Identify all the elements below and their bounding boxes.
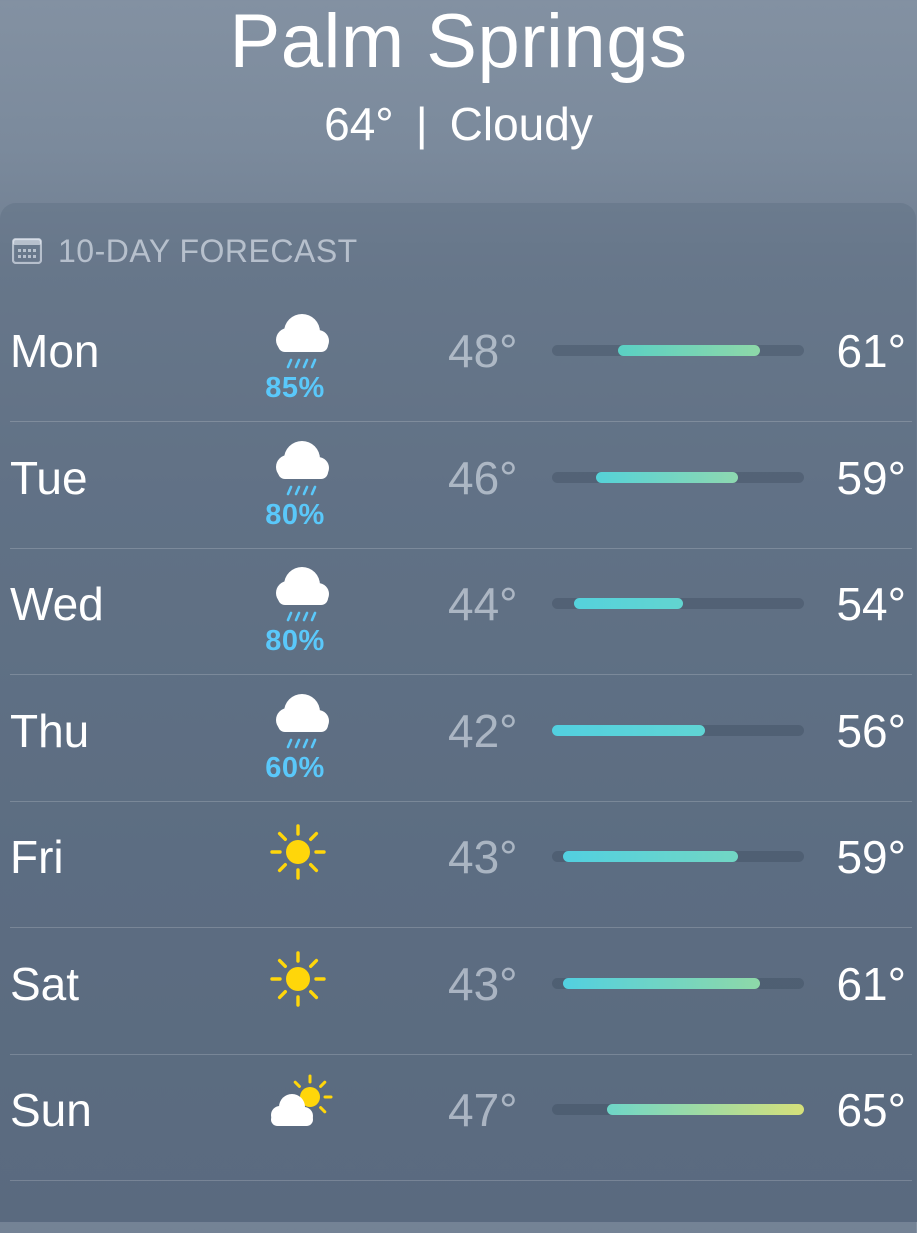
city-name: Palm Springs: [229, 0, 688, 84]
day-label: Thu: [10, 704, 90, 757]
ten-day-forecast-panel[interactable]: 10-DAY FORECAST Mon 85% 48° 61° Tue 80% 46° 59°…: [0, 203, 916, 1233]
forecast-row-tue[interactable]: Tue 80% 46° 59°: [10, 423, 912, 549]
day-label: Mon: [10, 325, 100, 377]
high-temperature: 65°: [836, 1084, 906, 1136]
forecast-row-mon[interactable]: Mon 85% 48° 61°: [10, 296, 912, 422]
summary-separator: |: [415, 98, 428, 150]
forecast-row-wed[interactable]: Wed 80% 44° 54°: [10, 549, 912, 675]
calendar-icon: [12, 238, 42, 264]
cloud-rain-icon: [258, 561, 338, 631]
temperature-range-fill: [617, 345, 761, 356]
low-temperature: 46°: [448, 451, 518, 504]
high-temperature: 61°: [836, 325, 906, 377]
day-label: Fri: [10, 831, 64, 883]
low-temperature: 47°: [448, 1084, 518, 1136]
temperature-range-fill: [552, 724, 706, 736]
high-temperature: 61°: [836, 957, 906, 1010]
temperature-range-bar: [552, 345, 804, 356]
forecast-row-thu[interactable]: Thu 60% 42° 56°: [10, 676, 912, 802]
current-summary: 64° | Cloudy: [0, 96, 917, 152]
forecast-panel-header: 10-DAY FORECAST: [12, 233, 358, 269]
row-divider: [10, 1180, 912, 1181]
current-conditions-header: Palm Springs 64° | Cloudy: [0, 0, 917, 205]
temperature-range-fill: [562, 851, 739, 862]
current-temperature: 64°: [324, 98, 394, 150]
precipitation-chance: 80%: [265, 625, 325, 657]
temperature-range-fill: [595, 471, 739, 483]
high-temperature: 56°: [836, 704, 906, 757]
low-temperature: 43°: [448, 831, 518, 883]
temperature-range-fill: [573, 598, 684, 609]
sun-icon: [258, 941, 338, 1011]
cloud-rain-icon: [258, 308, 338, 378]
cloud-rain-icon: [258, 688, 338, 758]
high-temperature: 59°: [836, 831, 906, 883]
partly-sunny-icon: [258, 1067, 338, 1137]
low-temperature: 43°: [448, 957, 518, 1010]
forecast-row-sun[interactable]: Sun 47° 65°: [10, 1055, 912, 1181]
precipitation-chance: 85%: [265, 372, 325, 404]
temperature-range-bar: [552, 724, 804, 736]
high-temperature: 59°: [836, 451, 906, 504]
high-temperature: 54°: [836, 578, 906, 630]
precipitation-chance: 60%: [265, 751, 325, 784]
low-temperature: 42°: [448, 704, 518, 757]
current-condition: Cloudy: [449, 98, 593, 150]
temperature-range-bar: [552, 1104, 804, 1115]
temperature-range-bar: [552, 471, 804, 483]
day-label: Tue: [10, 451, 88, 504]
temperature-range-fill: [606, 1104, 804, 1115]
day-label: Sat: [10, 957, 80, 1010]
sun-icon: [258, 814, 338, 884]
temperature-range-bar: [552, 851, 804, 862]
low-temperature: 48°: [448, 325, 518, 377]
day-label: Wed: [10, 578, 104, 630]
temperature-range-fill: [562, 977, 761, 989]
temperature-range-bar: [552, 977, 804, 989]
precipitation-chance: 80%: [265, 498, 325, 531]
cloud-rain-icon: [258, 435, 338, 505]
day-label: Sun: [10, 1084, 92, 1136]
forecast-panel-title: 10-DAY FORECAST: [58, 232, 358, 269]
low-temperature: 44°: [448, 578, 518, 630]
forecast-row-fri[interactable]: Fri 43° 59°: [10, 802, 912, 928]
forecast-row-sat[interactable]: Sat 43° 61°: [10, 929, 912, 1055]
temperature-range-bar: [552, 598, 804, 609]
